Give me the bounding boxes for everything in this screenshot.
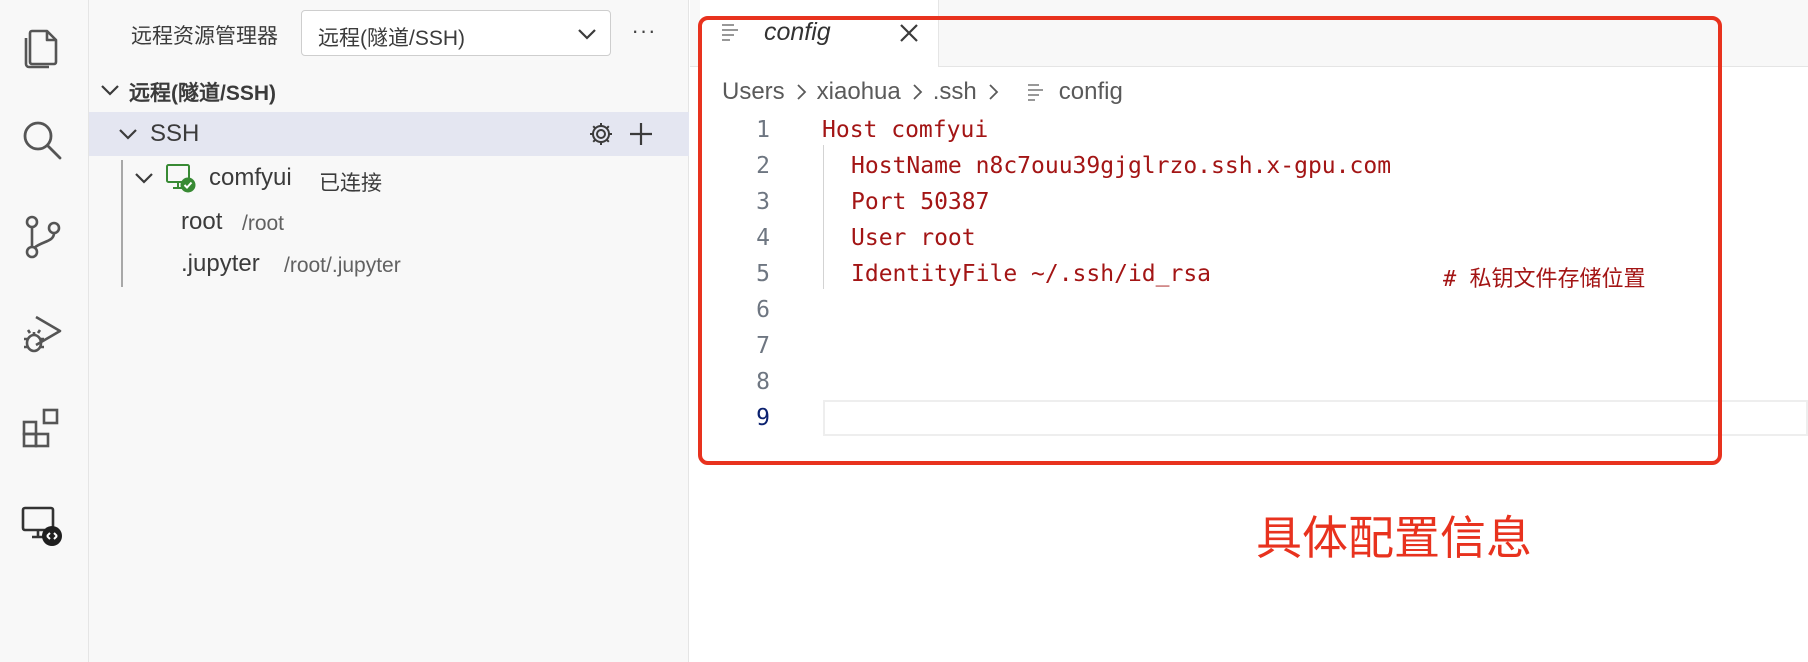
code-line[interactable]: 2 HostName n8c7ouu39gjglrzo.ssh.x-gpu.co… <box>690 148 1808 184</box>
section-header[interactable]: 远程(隧道/SSH) <box>89 68 689 112</box>
code-line[interactable]: 5 IdentityFile ~/.ssh/id_rsa # 私钥文件存储位置 <box>690 256 1808 292</box>
chevron-down-icon <box>101 85 119 96</box>
editor-area: config Users xiaohua .ssh config 1 Host … <box>690 0 1808 662</box>
code-line[interactable]: 3 Port 50387 <box>690 184 1808 220</box>
code-text: IdentityFile ~/.ssh/id_rsa <box>851 261 1212 287</box>
chevron-right-icon <box>913 84 923 100</box>
run-debug-icon[interactable] <box>14 305 70 361</box>
line-number: 9 <box>756 405 770 431</box>
line-number: 7 <box>756 333 770 359</box>
close-icon[interactable] <box>896 20 922 46</box>
line-number: 4 <box>756 225 770 251</box>
sidebar-header: 远程资源管理器 远程(隧道/SSH) ··· <box>89 0 689 66</box>
remote-type-select[interactable]: 远程(隧道/SSH) <box>301 10 611 56</box>
chevron-down-icon <box>578 29 596 40</box>
line-number: 8 <box>756 369 770 395</box>
breadcrumb: Users xiaohua .ssh config <box>722 76 1123 108</box>
breadcrumb-item[interactable]: .ssh <box>933 78 977 106</box>
code-line[interactable]: 8 <box>690 364 1808 400</box>
remote-explorer-sidebar: 远程资源管理器 远程(隧道/SSH) ··· 远程(隧道/SSH) SSH co… <box>89 0 689 662</box>
more-actions-button[interactable]: ··· <box>629 16 659 46</box>
annotation-label: 具体配置信息 <box>1256 511 1532 565</box>
line-number: 3 <box>756 189 770 215</box>
folder-path: /root/.jupyter <box>284 254 401 277</box>
chevron-right-icon <box>989 84 999 100</box>
code-line[interactable]: 7 <box>690 328 1808 364</box>
tree-item-ssh-label: SSH <box>150 120 200 147</box>
code-line[interactable]: 1 Host comfyui <box>690 112 1808 148</box>
code-line[interactable]: 9 <box>690 400 1808 436</box>
line-number: 5 <box>756 261 770 287</box>
line-number: 2 <box>756 153 770 179</box>
code-comment: # 私钥文件存储位置 <box>1443 267 1646 292</box>
folder-name: .jupyter <box>181 250 260 277</box>
code-text: Host comfyui <box>822 117 989 143</box>
file-lines-icon <box>1027 84 1043 101</box>
remote-type-select-value: 远程(隧道/SSH) <box>318 27 465 50</box>
tab-strip: config <box>690 0 1808 67</box>
host-status: 已连接 <box>319 172 382 195</box>
activity-bar <box>0 0 89 662</box>
tree-item-ssh[interactable]: SSH <box>89 112 689 156</box>
folder-path: /root <box>242 212 285 235</box>
tab-label: config <box>764 18 831 46</box>
tree-item-folder[interactable]: .jupyter /root/.jupyter <box>89 244 689 288</box>
extensions-icon[interactable] <box>14 400 70 456</box>
code-text: User root <box>851 225 976 251</box>
files-icon[interactable] <box>14 18 70 74</box>
file-lines-icon <box>722 24 738 41</box>
add-icon[interactable] <box>627 120 655 148</box>
tree-item-folder[interactable]: root /root <box>89 200 689 244</box>
code-line[interactable]: 6 <box>690 292 1808 328</box>
code-line[interactable]: 4 User root <box>690 220 1808 256</box>
search-icon[interactable] <box>14 112 70 168</box>
chevron-down-icon <box>135 173 153 184</box>
code-text: HostName n8c7ouu39gjglrzo.ssh.x-gpu.com <box>851 153 1392 179</box>
breadcrumb-item[interactable]: config <box>1059 78 1123 106</box>
source-control-icon[interactable] <box>14 208 70 264</box>
host-name: comfyui <box>209 164 292 191</box>
code-text: Port 50387 <box>851 189 990 215</box>
remote-explorer-icon[interactable] <box>14 497 70 553</box>
tree-item-host[interactable]: comfyui 已连接 <box>89 156 689 200</box>
chevron-down-icon <box>119 129 137 140</box>
connected-host-icon <box>166 164 196 193</box>
tab-config[interactable]: config <box>700 0 939 67</box>
line-number: 6 <box>756 297 770 323</box>
gear-icon[interactable] <box>587 120 615 148</box>
sidebar-title: 远程资源管理器 <box>131 25 278 48</box>
folder-name: root <box>181 208 223 235</box>
breadcrumb-item[interactable]: Users <box>722 78 785 106</box>
line-number: 1 <box>756 117 770 143</box>
breadcrumb-item[interactable]: xiaohua <box>817 78 901 106</box>
chevron-right-icon <box>797 84 806 100</box>
section-title: 远程(隧道/SSH) <box>129 82 276 105</box>
